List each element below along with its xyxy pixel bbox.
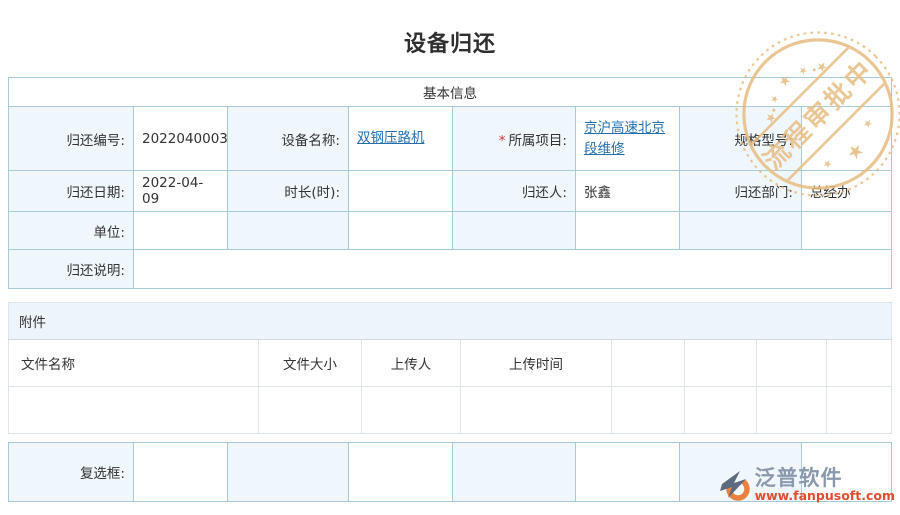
empty-value-cell [801, 211, 892, 250]
project-link[interactable]: 京沪高速北京段维修 [584, 120, 665, 157]
device-name-link[interactable]: 双钢压路机 [357, 130, 425, 146]
empty-label-cell [227, 211, 349, 250]
logo-text-block: 泛普软件 www.fanpusoft.com [755, 467, 895, 502]
empty-value-cell [348, 211, 453, 250]
project-label: 所属项目: [508, 132, 567, 149]
project-label-cell: * 所属项目: [452, 106, 576, 171]
empty-cell [361, 386, 461, 434]
return-dept-label: 归还部门: [679, 170, 802, 212]
col-empty [756, 339, 827, 387]
table-row: 单位: [8, 211, 892, 250]
col-empty [684, 339, 757, 387]
empty-cell [460, 386, 612, 434]
empty-label-cell [452, 211, 576, 250]
device-name-label: 设备名称: [227, 106, 349, 171]
table-row: 归还编号: 2022040003 设备名称: 双钢压路机 * 所属项目: 京沪高速… [8, 106, 892, 171]
empty-cell [8, 386, 259, 434]
return-note-value [133, 249, 892, 289]
star-icon: ★ [797, 64, 811, 78]
empty-value-cell [575, 211, 680, 250]
spec-model-value [801, 106, 892, 171]
project-cell: 京沪高速北京段维修 [575, 106, 680, 171]
page-title: 设备归还 [403, 32, 496, 57]
basic-info-section-header: 基本信息 [8, 77, 892, 107]
col-file-name: 文件名称 [8, 339, 259, 387]
stamp-dot [812, 68, 816, 72]
device-name-cell: 双钢压路机 [348, 106, 453, 171]
empty-label-cell [227, 442, 349, 502]
empty-label-cell [679, 211, 802, 250]
fanpu-logo: 泛普软件 www.fanpusoft.com [718, 467, 895, 502]
empty-label-cell [452, 442, 576, 502]
return-date-label: 归还日期: [8, 170, 134, 212]
return-note-label: 归还说明: [8, 249, 134, 289]
attachments-empty-row [8, 386, 892, 434]
attachments-section-header: 附件 [8, 302, 892, 340]
duration-label: 时长(时): [227, 170, 349, 212]
empty-cell [611, 386, 685, 434]
unit-value [133, 211, 228, 250]
col-empty [611, 339, 685, 387]
empty-value-cell [348, 442, 453, 502]
star-icon: ★ [812, 57, 831, 76]
spec-model-label: 规格型号: [679, 106, 802, 171]
col-uploader: 上传人 [361, 339, 461, 387]
empty-value-cell [133, 442, 228, 502]
table-row: 归还日期: 2022-04-09 时长(时): 归还人: 张鑫 归还部门: 总经… [8, 170, 892, 212]
return-no-value: 2022040003 [133, 106, 228, 171]
returner-value: 张鑫 [575, 170, 680, 212]
empty-cell [258, 386, 362, 434]
empty-cell [826, 386, 892, 434]
attachments-header-row: 文件名称 文件大小 上传人 上传时间 [8, 339, 892, 387]
section-title-attachments: 附件 [8, 302, 892, 340]
col-file-size: 文件大小 [258, 339, 362, 387]
section-title-basic-info: 基本信息 [8, 77, 892, 107]
logo-brand-name: 泛普软件 [754, 466, 843, 490]
return-date-value: 2022-04-09 [133, 170, 228, 212]
basic-info-table: 基本信息 归还编号: 2022040003 设备名称: 双钢压路机 * 所属项目:… [8, 77, 892, 289]
required-marker: * [498, 132, 506, 149]
fanpu-logo-icon [719, 470, 750, 501]
unit-label: 单位: [8, 211, 134, 250]
attachments-table: 附件 文件名称 文件大小 上传人 上传时间 [8, 302, 892, 434]
return-dept-value: 总经办 [801, 170, 892, 212]
checkbox-label: 复选框: [8, 442, 134, 502]
col-upload-time: 上传时间 [460, 339, 612, 387]
return-no-label: 归还编号: [8, 106, 134, 171]
empty-cell [756, 386, 827, 434]
logo-site-url: www.fanpusoft.com [754, 488, 895, 504]
duration-value [348, 170, 453, 212]
col-empty [826, 339, 892, 387]
empty-cell [684, 386, 757, 434]
empty-value-cell [575, 442, 680, 502]
returner-label: 归还人: [452, 170, 576, 212]
table-row: 归还说明: [8, 249, 892, 289]
